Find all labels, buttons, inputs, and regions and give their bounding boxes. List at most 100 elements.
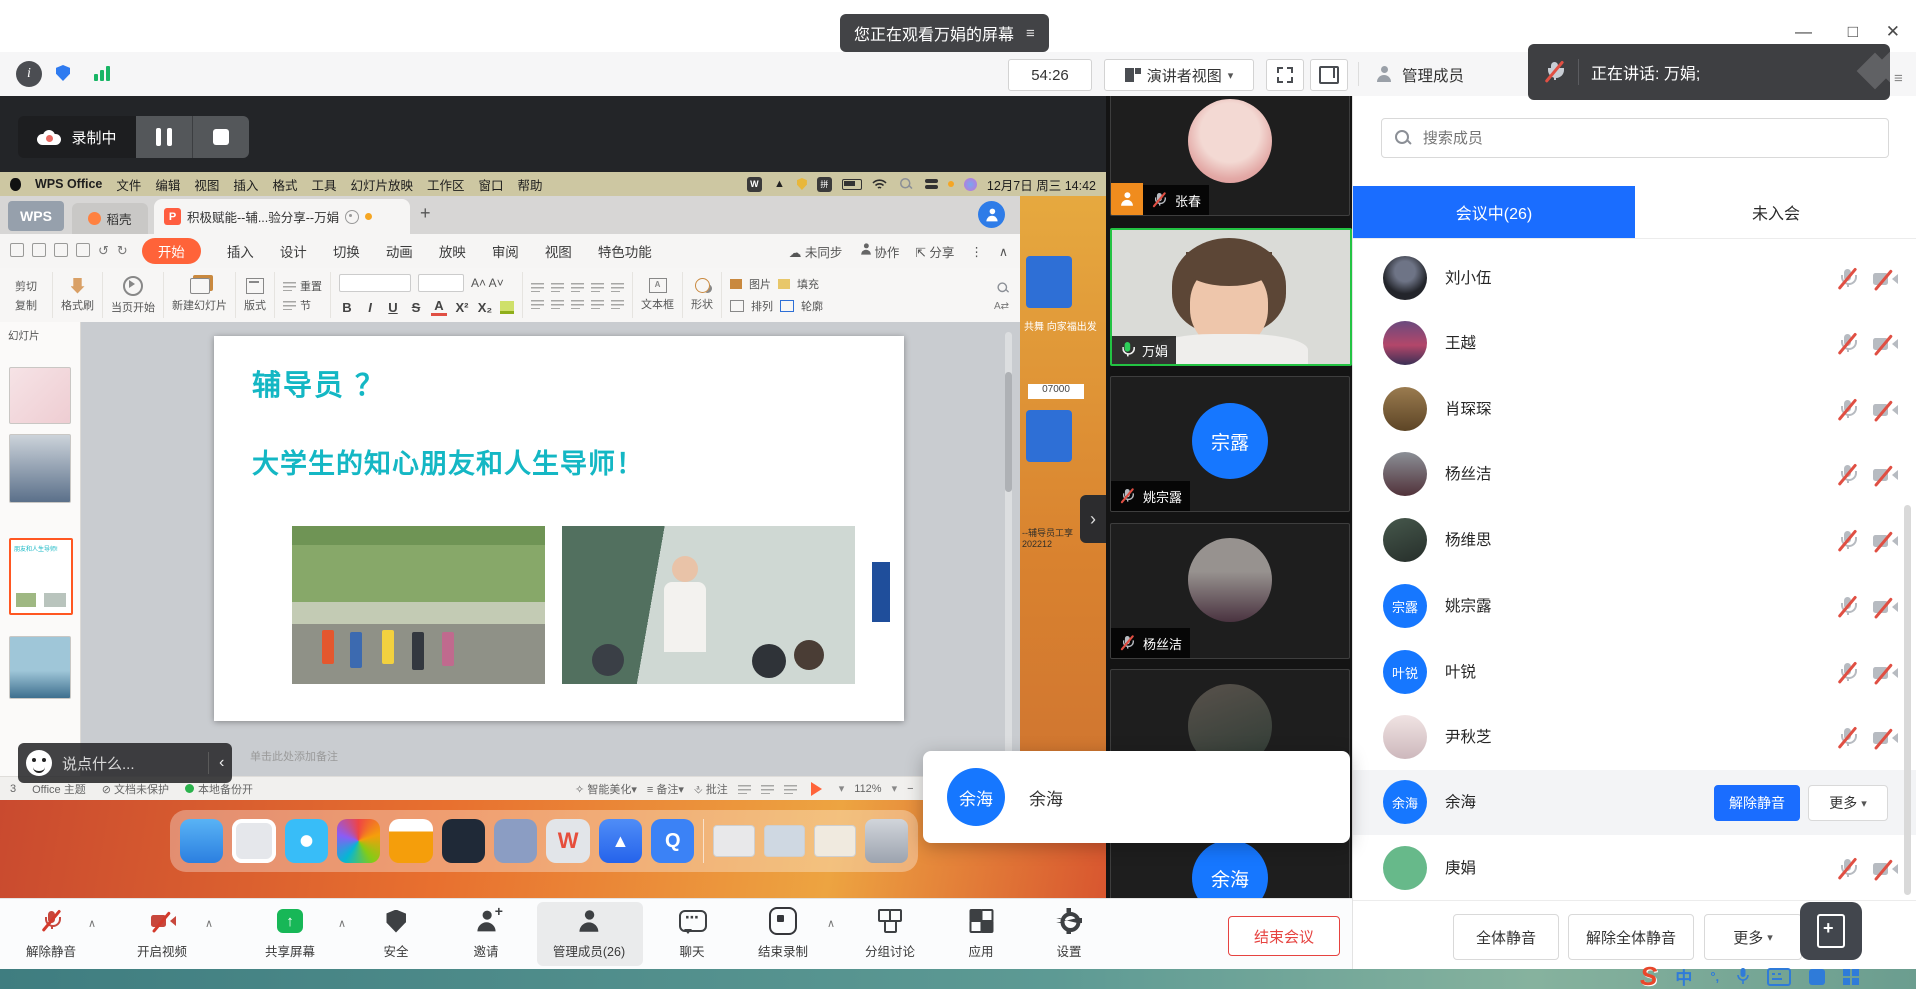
mic-muted-icon[interactable] — [1835, 661, 1859, 685]
unmute-all-label: 解除全体静音 — [1586, 927, 1676, 948]
stop-recording-button[interactable]: 结束录制 — [758, 907, 808, 960]
invite-button[interactable]: 邀请 — [473, 907, 498, 960]
security-button[interactable]: 安全 — [383, 907, 408, 960]
member-row[interactable]: 杨丝洁 — [1353, 442, 1916, 507]
audio-options-chevron[interactable] — [88, 917, 96, 930]
camera-muted-icon[interactable] — [1871, 595, 1897, 619]
section-label: 节 — [300, 297, 311, 313]
search-input[interactable] — [1421, 129, 1876, 148]
maximize-button[interactable] — [1848, 22, 1858, 42]
mic-muted-icon[interactable] — [1835, 267, 1859, 291]
close-button[interactable] — [1886, 22, 1900, 42]
video-tile-yaozonglu[interactable]: 宗露 姚宗露 — [1110, 376, 1350, 512]
camera-muted-icon[interactable] — [1871, 267, 1897, 291]
mic-muted-icon[interactable] — [1835, 463, 1859, 487]
ime-mode-toggle[interactable]: 中 — [1675, 964, 1692, 989]
unmute-all-button[interactable]: 解除全体静音 — [1568, 914, 1694, 960]
member-name: 庚娟 — [1445, 836, 1476, 901]
manage-members-button[interactable]: 管理成员(26) — [553, 907, 625, 960]
member-list-scrollbar[interactable] — [1904, 505, 1911, 895]
member-row[interactable]: 王越 — [1353, 311, 1916, 376]
battery-icon — [842, 179, 862, 190]
tab-in-meeting[interactable]: 会议中(26) — [1353, 186, 1635, 238]
member-more-button[interactable]: 更多 — [1808, 785, 1888, 821]
camera-muted-icon[interactable] — [1871, 661, 1897, 685]
record-options-chevron[interactable] — [827, 917, 835, 930]
collapse-chat-icon[interactable] — [219, 754, 224, 772]
ime-voice-icon[interactable] — [1737, 968, 1749, 985]
manage-members-panel: 会议中(26) 未入会 刘小伍 王越 肖琛琛 杨丝洁 杨维思 — [1352, 96, 1916, 969]
video-tile-zhangchun[interactable]: 张春 — [1110, 96, 1350, 216]
camera-muted-icon[interactable] — [1871, 726, 1897, 750]
mic-muted-icon[interactable] — [1835, 726, 1859, 750]
emoji-button[interactable] — [26, 750, 52, 776]
ime-add-panel-button[interactable] — [1800, 902, 1862, 960]
security-shield-icon[interactable] — [56, 65, 70, 81]
watching-screen-text: 您正在观看万娟的屏幕 — [854, 21, 1014, 45]
timer-text: 54:26 — [1031, 67, 1069, 84]
network-signal-icon[interactable] — [94, 66, 110, 81]
fullscreen-button[interactable] — [1266, 59, 1304, 91]
camera-muted-icon[interactable] — [1871, 529, 1897, 553]
member-toast: 余海 余海 — [923, 751, 1350, 843]
chat-placeholder: 说点什么... — [62, 753, 135, 774]
video-options-chevron[interactable] — [205, 917, 213, 930]
member-row[interactable]: 庚娟 — [1353, 836, 1916, 901]
camera-muted-icon[interactable] — [1871, 398, 1897, 422]
end-meeting-button[interactable]: 结束会议 — [1228, 916, 1340, 956]
tab-not-joined[interactable]: 未入会 — [1635, 186, 1916, 238]
member-search[interactable] — [1381, 118, 1889, 158]
chat-quick-input[interactable]: 说点什么... — [18, 743, 232, 783]
chat-button[interactable]: 聊天 — [679, 907, 705, 960]
member-row-selected[interactable]: 余海 余海 解除静音 更多 — [1353, 770, 1916, 835]
meeting-info-icon[interactable]: i — [16, 61, 42, 87]
share-screen-button[interactable]: 共享屏幕 — [265, 907, 315, 960]
camera-muted-icon[interactable] — [1871, 463, 1897, 487]
mic-muted-icon[interactable] — [1835, 595, 1859, 619]
ime-skin-icon[interactable] — [1809, 969, 1825, 985]
share-options-chevron[interactable] — [338, 917, 346, 930]
member-row[interactable]: 刘小伍 — [1353, 246, 1916, 311]
view-mode-dropdown[interactable]: 演讲者视图 — [1104, 59, 1254, 91]
collapse-handle-icon[interactable] — [1894, 70, 1903, 87]
slide-photo-campus — [292, 526, 545, 684]
member-row[interactable]: 宗露 姚宗露 — [1353, 574, 1916, 639]
unmute-member-button[interactable]: 解除静音 — [1714, 785, 1800, 821]
apps-button[interactable]: 应用 — [968, 907, 993, 960]
settings-button[interactable]: 设置 — [1056, 907, 1081, 960]
invite-icon — [476, 911, 497, 932]
video-tile-yangsijie[interactable]: 杨丝洁 — [1110, 523, 1350, 659]
camera-muted-icon[interactable] — [1871, 332, 1897, 356]
mute-all-button[interactable]: 全体静音 — [1453, 914, 1559, 960]
mic-muted-icon[interactable] — [1835, 529, 1859, 553]
video-panel-toggle[interactable] — [1080, 495, 1106, 543]
camera-muted-icon[interactable] — [1871, 857, 1897, 881]
member-row[interactable]: 叶锐 叶锐 — [1353, 640, 1916, 705]
minimize-button[interactable] — [1795, 22, 1812, 42]
bg-text-fragment: 07000 — [1028, 384, 1084, 399]
start-video-button[interactable]: 开启视频 — [137, 907, 187, 960]
pause-recording-button[interactable] — [136, 116, 193, 158]
layout-label: 版式 — [244, 297, 266, 313]
member-row[interactable]: 杨维思 — [1353, 508, 1916, 573]
video-tile-wanjuan-speaking[interactable]: 万娟 — [1110, 228, 1352, 366]
fill-label: 填充 — [797, 276, 819, 292]
footer-more-button[interactable]: 更多 — [1704, 914, 1802, 960]
stop-recording-button[interactable] — [193, 116, 249, 158]
sogou-logo[interactable]: S — [1640, 961, 1657, 989]
ribbon-tab: 设计 — [280, 241, 307, 261]
breakout-rooms-button[interactable]: 分组讨论 — [865, 907, 915, 960]
ime-toolbox-icon[interactable] — [1843, 969, 1859, 985]
share-toast-menu-icon[interactable] — [1026, 25, 1035, 42]
ime-keyboard-icon[interactable] — [1767, 968, 1791, 986]
member-row[interactable]: 肖琛琛 — [1353, 377, 1916, 442]
unmute-button[interactable]: 解除静音 — [26, 907, 76, 960]
mic-muted-icon[interactable] — [1835, 332, 1859, 356]
sogou-ime-bar[interactable]: S 中 °, — [1640, 961, 1859, 989]
member-name: 肖琛琛 — [1445, 377, 1492, 442]
layout-toggle-button[interactable] — [1310, 59, 1348, 91]
mic-muted-icon[interactable] — [1835, 857, 1859, 881]
mic-muted-icon[interactable] — [1835, 398, 1859, 422]
member-row[interactable]: 尹秋芝 — [1353, 705, 1916, 770]
ime-punctuation-toggle[interactable]: °, — [1710, 969, 1719, 984]
